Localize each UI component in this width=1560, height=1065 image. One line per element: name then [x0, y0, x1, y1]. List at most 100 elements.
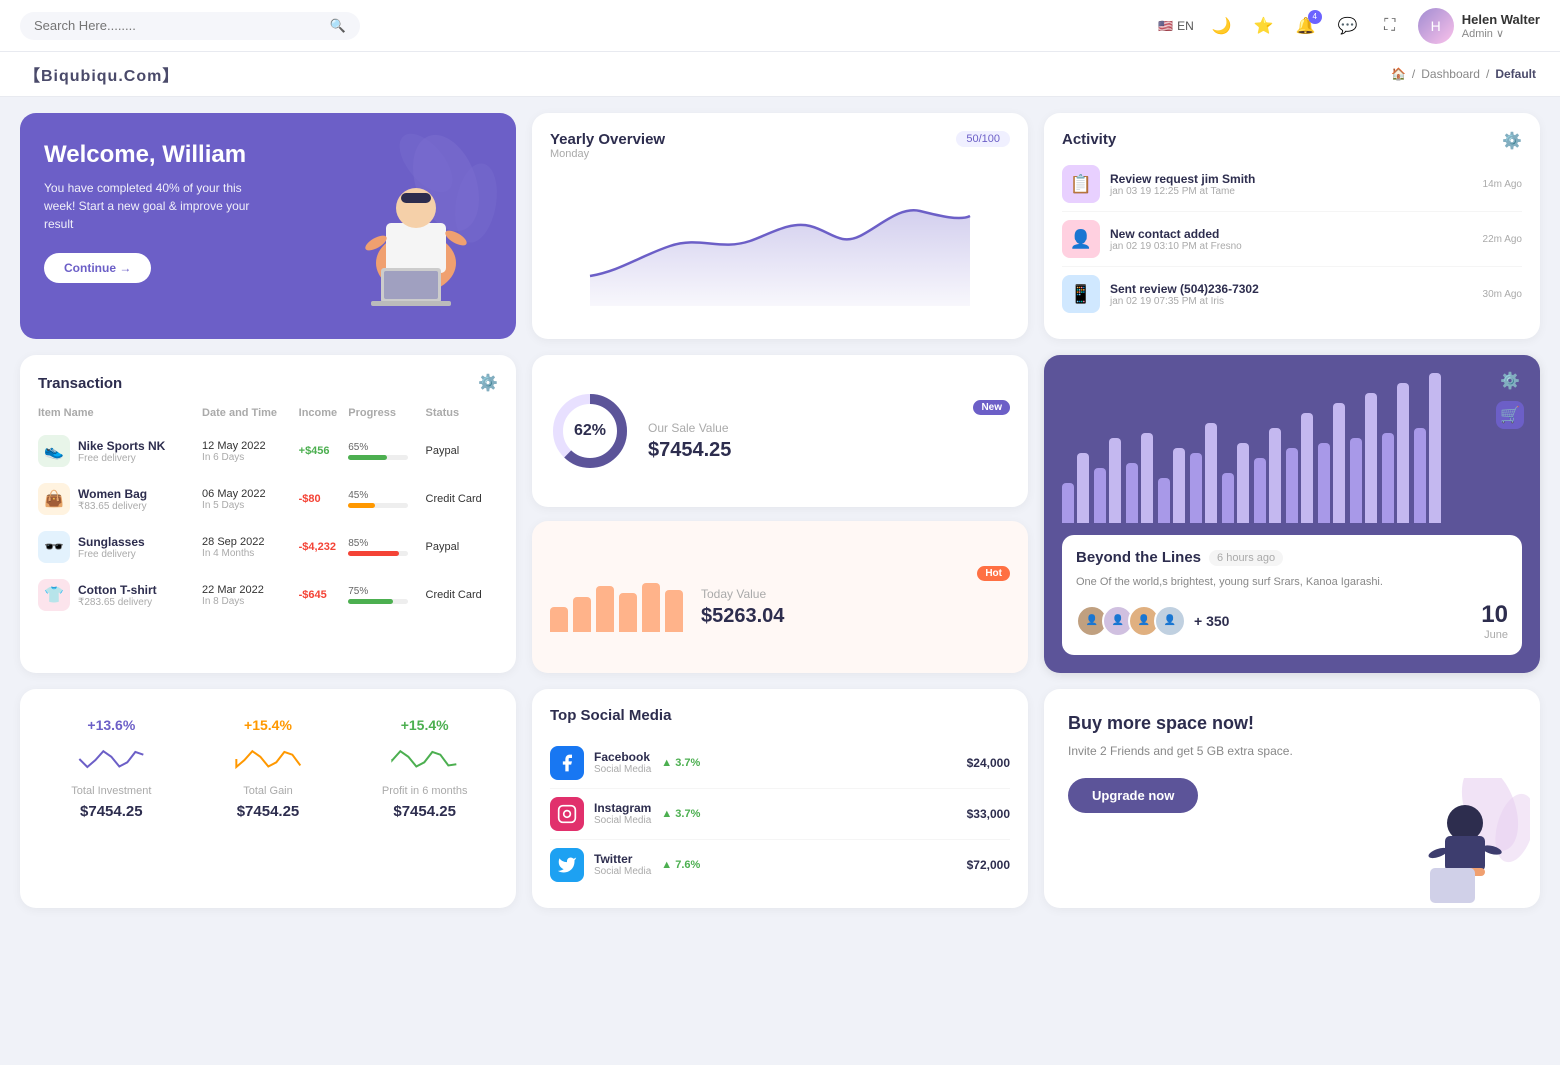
activity-item-title: New contact added: [1110, 227, 1473, 241]
item-status: Paypal: [426, 427, 498, 475]
bar: [1158, 478, 1170, 523]
chart-action-button[interactable]: 🛒: [1496, 401, 1524, 429]
welcome-description: You have completed 40% of your this week…: [44, 179, 264, 233]
activity-item-subtitle: jan 02 19 07:35 PM at Iris: [1110, 296, 1473, 307]
search-icon: 🔍: [330, 18, 346, 34]
messages-icon[interactable]: 💬: [1334, 12, 1362, 40]
trans-col-header: Income: [299, 407, 349, 427]
item-sub: ₹83.65 delivery: [78, 501, 147, 512]
bar: [1237, 443, 1249, 523]
sale-info: Our Sale Value $7454.25: [648, 421, 1010, 462]
beyond-count: + 350: [1194, 613, 1229, 629]
social-name: Facebook: [594, 750, 651, 764]
buy-space-illustration: [1400, 778, 1530, 908]
transaction-settings-button[interactable]: ⚙️: [478, 373, 498, 393]
trans-col-header: Progress: [348, 407, 425, 427]
bar: [1318, 443, 1330, 523]
bar: [1382, 433, 1394, 523]
mini-stat-value: $7454.25: [393, 803, 456, 820]
activity-thumb: 👤: [1062, 220, 1100, 258]
chart-settings-button[interactable]: ⚙️: [1496, 371, 1524, 391]
item-days: In 5 Days: [202, 500, 299, 511]
item-icon: 👕: [38, 579, 70, 611]
mini-stats-card: +13.6% Total Investment $7454.25 +15.4% …: [20, 689, 516, 908]
transaction-body: 👟 Nike Sports NK Free delivery 12 May 20…: [38, 427, 498, 619]
bar: [1077, 453, 1089, 523]
table-row: 👜 Women Bag ₹83.65 delivery 06 May 2022 …: [38, 475, 498, 523]
language-selector[interactable]: 🇺🇸 EN: [1158, 19, 1194, 33]
top-navigation: 🔍 🇺🇸 EN 🌙 ⭐ 🔔 4 💬 ⛶ H Helen Walter Admin…: [0, 0, 1560, 52]
beyond-time: 6 hours ago: [1209, 550, 1283, 566]
activity-settings-button[interactable]: ⚙️: [1502, 131, 1522, 151]
item-status: Credit Card: [426, 571, 498, 619]
bar: [1414, 428, 1426, 523]
beyond-description: One Of the world,s brightest, young surf…: [1076, 574, 1508, 591]
item-date: 12 May 2022: [202, 440, 299, 452]
mini-stat-pct: +15.4%: [401, 717, 449, 733]
bar: [1062, 483, 1074, 523]
item-name: Women Bag: [78, 487, 147, 501]
hot-badge: Hot: [977, 566, 1010, 581]
continue-button[interactable]: Continue →: [44, 253, 151, 283]
social-item: Instagram Social Media ▲ 3.7% $33,000: [550, 789, 1010, 840]
activity-item-time: 14m Ago: [1483, 179, 1522, 190]
item-name: Sunglasses: [78, 535, 145, 549]
beyond-the-lines-panel: Beyond the Lines 6 hours ago One Of the …: [1062, 535, 1522, 655]
social-media-card: Top Social Media Facebook Social Media ▲…: [532, 689, 1028, 908]
search-input[interactable]: [34, 18, 322, 33]
today-bar: [596, 586, 614, 632]
search-bar[interactable]: 🔍: [20, 12, 360, 40]
activity-thumb: 📱: [1062, 275, 1100, 313]
bar-group: [1222, 443, 1249, 523]
yearly-chart: [550, 176, 1010, 306]
notification-badge: 4: [1308, 10, 1322, 24]
activity-item-subtitle: jan 02 19 03:10 PM at Fresno: [1110, 241, 1473, 252]
social-icon: [550, 797, 584, 831]
social-media-title: Top Social Media: [550, 707, 1010, 724]
breadcrumb-current: Default: [1495, 67, 1536, 81]
mini-stat-label: Profit in 6 months: [382, 785, 468, 797]
bar: [1397, 383, 1409, 523]
item-icon: 👟: [38, 435, 70, 467]
fullscreen-icon[interactable]: ⛶: [1376, 12, 1404, 40]
bar-group: [1286, 413, 1313, 523]
bar-group: [1158, 448, 1185, 523]
activity-info: Sent review (504)236-7302 jan 02 19 07:3…: [1110, 282, 1473, 307]
mini-stat-wave: [205, 739, 332, 779]
beyond-avatars: 👤 👤 👤 👤 + 350: [1076, 605, 1229, 637]
social-type: Social Media: [594, 815, 651, 826]
activity-item: 📋 Review request jim Smith jan 03 19 12:…: [1062, 157, 1522, 212]
buy-space-title: Buy more space now!: [1068, 713, 1516, 734]
bar-group: [1350, 393, 1377, 523]
mini-stat-item: +13.6% Total Investment $7454.25: [38, 707, 185, 890]
breadcrumb-dashboard[interactable]: Dashboard: [1421, 67, 1480, 81]
item-status: Credit Card: [426, 475, 498, 523]
table-row: 👟 Nike Sports NK Free delivery 12 May 20…: [38, 427, 498, 475]
yearly-title: Yearly Overview: [550, 131, 665, 148]
transaction-title: Transaction: [38, 375, 122, 392]
upgrade-button[interactable]: Upgrade now: [1068, 778, 1198, 813]
bar-group: [1382, 383, 1409, 523]
beyond-bottom: 👤 👤 👤 👤 + 350 10 June: [1076, 601, 1508, 641]
transaction-header-row: Item NameDate and TimeIncomeProgressStat…: [38, 407, 498, 427]
activity-info: New contact added jan 02 19 03:10 PM at …: [1110, 227, 1473, 252]
favorites-icon[interactable]: ⭐: [1250, 12, 1278, 40]
user-info: Helen Walter Admin ∨: [1462, 12, 1540, 40]
bar-group: [1062, 453, 1089, 523]
new-badge: New: [973, 400, 1010, 415]
item-days: In 6 Days: [202, 452, 299, 463]
user-menu[interactable]: H Helen Walter Admin ∨: [1418, 8, 1540, 44]
notifications-icon[interactable]: 🔔 4: [1292, 12, 1320, 40]
bar: [1126, 463, 1138, 523]
mini-stat-label: Total Gain: [243, 785, 293, 797]
dark-mode-toggle[interactable]: 🌙: [1208, 12, 1236, 40]
today-bar: [619, 593, 637, 632]
buy-space-card: Buy more space now! Invite 2 Friends and…: [1044, 689, 1540, 908]
item-progress-bar: [348, 455, 408, 460]
social-icon: [550, 848, 584, 882]
activity-title: Activity: [1062, 131, 1116, 148]
home-icon[interactable]: 🏠: [1391, 67, 1406, 81]
item-progress-bar: [348, 551, 408, 556]
yearly-badge: 50/100: [956, 131, 1010, 147]
social-amount: $72,000: [967, 858, 1010, 872]
